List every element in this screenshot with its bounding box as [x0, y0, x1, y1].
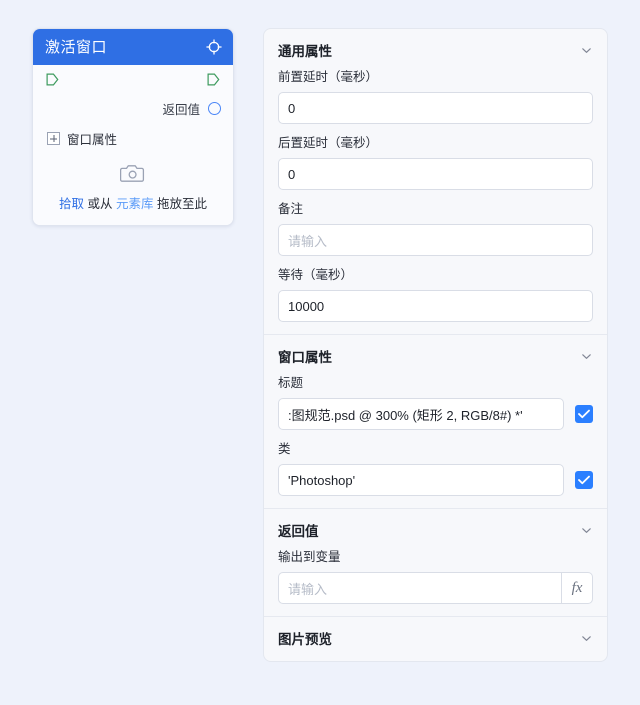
- section-header-general[interactable]: 通用属性: [264, 29, 607, 70]
- plus-expand-icon[interactable]: [47, 132, 60, 145]
- field-label-output-variable: 输出到变量: [278, 550, 341, 564]
- section-title-window-props: 窗口属性: [278, 350, 332, 365]
- field-label-remark: 备注: [278, 202, 304, 216]
- field-label-post-delay: 后置延时（毫秒）: [278, 136, 379, 150]
- remark-input[interactable]: 请输入: [278, 224, 593, 256]
- field-post-delay: 后置延时（毫秒） 0: [264, 136, 607, 202]
- node-return-row: 返回值: [33, 93, 233, 123]
- window-class-input[interactable]: 'Photoshop': [278, 464, 564, 496]
- node-window-properties-label: 窗口属性: [67, 133, 118, 147]
- field-window-title: 标题 :图规范.psd @ 300% (矩形 2, RGB/8#) *': [264, 376, 607, 442]
- field-label-window-title: 标题: [278, 376, 304, 390]
- node-title: 激活窗口: [45, 38, 108, 56]
- flow-in-port[interactable]: [46, 73, 59, 86]
- chevron-down-icon[interactable]: [580, 350, 593, 363]
- field-wait: 等待（毫秒） 10000: [264, 268, 607, 334]
- chevron-down-icon[interactable]: [580, 44, 593, 57]
- section-header-return-value[interactable]: 返回值: [264, 508, 607, 550]
- section-header-window-props[interactable]: 窗口属性: [264, 334, 607, 376]
- field-window-class: 类 'Photoshop': [264, 442, 607, 508]
- window-title-checkbox[interactable]: [575, 405, 593, 423]
- field-output-variable: 输出到变量 请输入 fx: [264, 550, 607, 616]
- section-title-general: 通用属性: [278, 44, 332, 59]
- window-title-value: :图规范.psd @ 300% (矩形 2, RGB/8#) *': [288, 407, 523, 423]
- pick-link[interactable]: 拾取: [59, 197, 84, 211]
- fx-button[interactable]: fx: [561, 572, 593, 604]
- element-library-link[interactable]: 元素库: [116, 197, 154, 211]
- chevron-down-icon[interactable]: [580, 632, 593, 645]
- node-card-header[interactable]: 激活窗口: [33, 29, 233, 65]
- camera-icon: [120, 165, 146, 188]
- drop-hint-tail: 拖放至此: [156, 197, 207, 211]
- node-return-label: 返回值: [162, 102, 200, 117]
- return-value-port[interactable]: [208, 101, 221, 115]
- element-drop-area[interactable]: 拾取 或从 元素库 拖放至此: [33, 154, 233, 225]
- flow-out-port[interactable]: [207, 73, 220, 86]
- field-label-wait: 等待（毫秒）: [278, 268, 354, 282]
- node-card-body: 返回值 窗口属性 拾取 或从 元素库 拖放至此: [33, 65, 233, 225]
- pre-delay-input[interactable]: 0: [278, 92, 593, 124]
- field-label-pre-delay: 前置延时（毫秒）: [278, 70, 379, 84]
- field-label-window-class: 类: [278, 442, 291, 456]
- node-port-row: [33, 65, 233, 93]
- node-window-properties-row[interactable]: 窗口属性: [33, 123, 233, 154]
- output-variable-input[interactable]: 请输入: [278, 572, 561, 604]
- window-class-checkbox[interactable]: [575, 471, 593, 489]
- section-title-image-preview: 图片预览: [278, 632, 332, 647]
- drop-hint-middle: 或从: [87, 197, 113, 211]
- wait-input[interactable]: 10000: [278, 290, 593, 322]
- crosshair-target-icon[interactable]: [205, 38, 223, 56]
- field-remark: 备注 请输入: [264, 202, 607, 268]
- section-header-image-preview[interactable]: 图片预览: [264, 616, 607, 661]
- window-title-input[interactable]: :图规范.psd @ 300% (矩形 2, RGB/8#) *': [278, 398, 564, 430]
- node-card-activate-window[interactable]: 激活窗口 返回值 窗口属性 拾取 或从 元素库 拖放至此: [32, 28, 234, 226]
- post-delay-input[interactable]: 0: [278, 158, 593, 190]
- section-title-return-value: 返回值: [278, 524, 319, 539]
- field-pre-delay: 前置延时（毫秒） 0: [264, 70, 607, 136]
- drop-hint-text: 拾取 或从 元素库 拖放至此: [33, 198, 233, 211]
- chevron-down-icon[interactable]: [580, 524, 593, 537]
- properties-panel: 通用属性 前置延时（毫秒） 0 后置延时（毫秒） 0 备注 请输入 等待（毫秒）…: [263, 28, 608, 662]
